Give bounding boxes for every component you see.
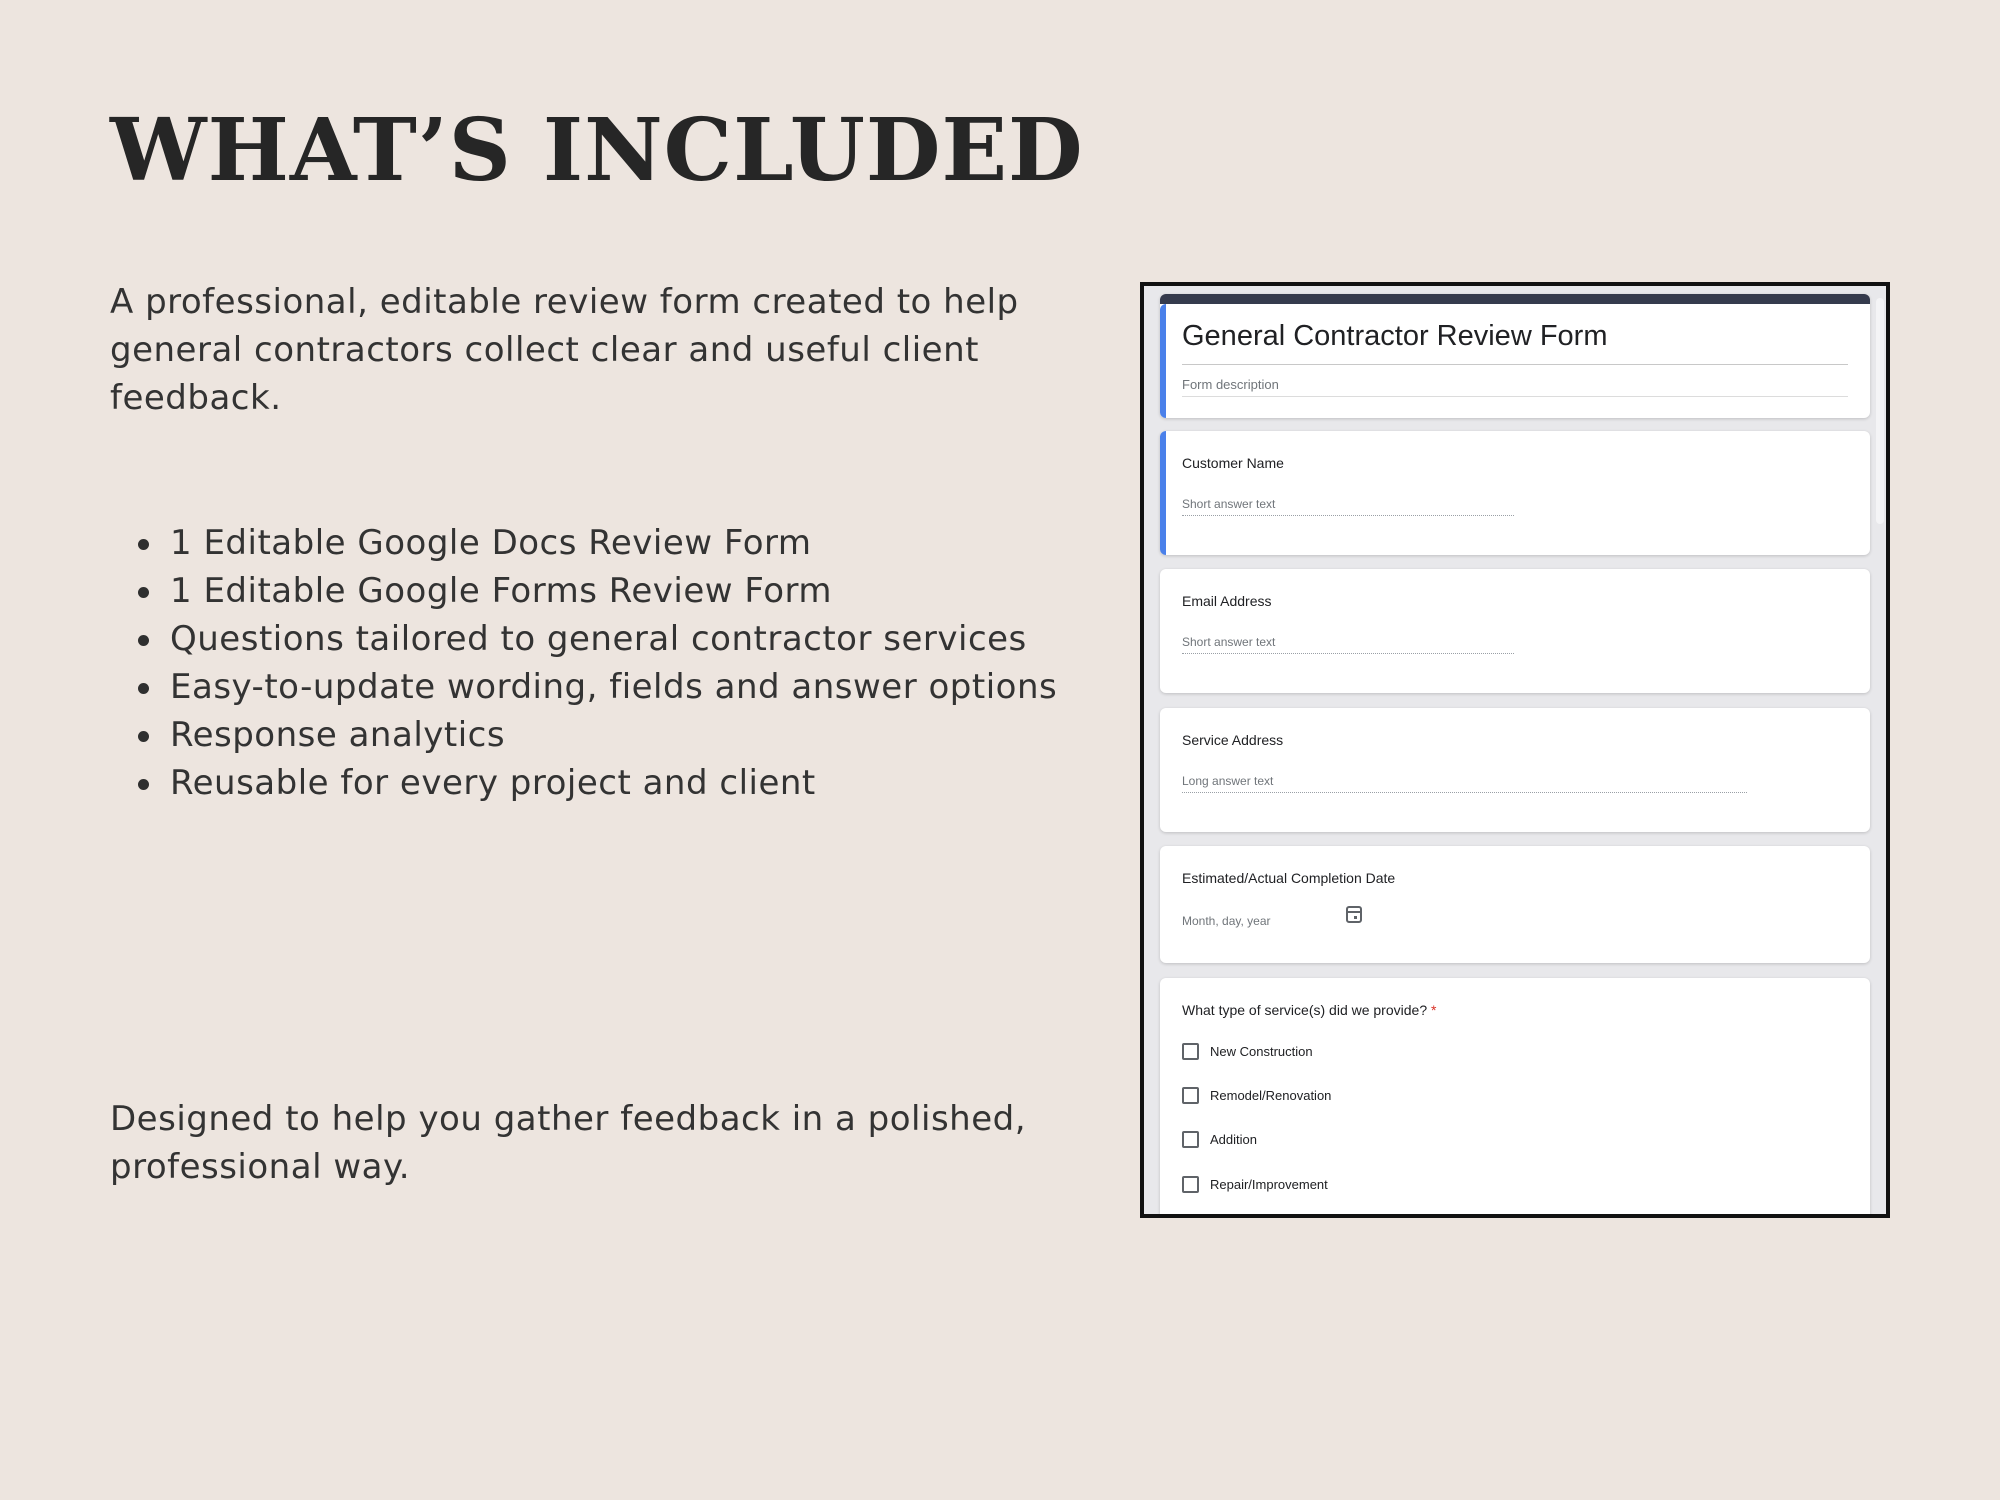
intro-paragraph: A professional, editable review form cre… (110, 282, 1019, 418)
checkbox-icon[interactable] (1182, 1130, 1199, 1148)
form-header-card: General Contractor Review Form Form desc… (1160, 294, 1870, 418)
list-item: 1 Editable Google Docs Review Form (132, 519, 1057, 567)
checkbox-option[interactable]: New Construction (1182, 1041, 1313, 1061)
question-label: Estimated/Actual Completion Date (1182, 870, 1396, 886)
question-label: Customer Name (1182, 455, 1284, 471)
list-item: Response analytics (132, 711, 1057, 759)
description-underline (1182, 396, 1848, 397)
bullet-icon (138, 779, 149, 790)
question-card-email-address[interactable]: Email Address Short answer text (1160, 569, 1870, 693)
page-title: WHAT’S INCLUDED (110, 100, 1084, 201)
calendar-icon[interactable] (1346, 906, 1362, 923)
list-item: Questions tailored to general contractor… (132, 615, 1057, 663)
form-description-field[interactable]: Form description (1182, 377, 1279, 392)
answer-underline (1182, 653, 1514, 654)
question-card-service-address[interactable]: Service Address Long answer text (1160, 708, 1870, 832)
title-underline (1182, 364, 1848, 365)
answer-hint: Short answer text (1182, 497, 1276, 511)
checkbox-option[interactable]: Remodel/Renovation (1182, 1085, 1331, 1105)
question-card-customer-name[interactable]: Customer Name Short answer text (1160, 431, 1870, 555)
scrollbar[interactable] (1876, 298, 1884, 524)
checkbox-icon[interactable] (1182, 1042, 1199, 1060)
checkbox-option[interactable]: Addition (1182, 1129, 1257, 1149)
question-label: What type of service(s) did we provide? … (1182, 1002, 1437, 1018)
answer-hint: Long answer text (1182, 774, 1274, 788)
question-label: Service Address (1182, 732, 1284, 748)
question-card-completion-date[interactable]: Estimated/Actual Completion Date Month, … (1160, 846, 1870, 963)
form-title[interactable]: General Contractor Review Form (1182, 320, 1607, 353)
bullet-icon (138, 635, 149, 646)
checkbox-option[interactable]: Repair/Improvement (1182, 1174, 1328, 1194)
list-item: 1 Editable Google Forms Review Form (132, 567, 1057, 615)
bullet-icon (138, 731, 149, 742)
answer-hint: Short answer text (1182, 635, 1276, 649)
list-item: Reusable for every project and client (132, 759, 1057, 807)
outro-paragraph: Designed to help you gather feedback in … (110, 1099, 1027, 1187)
form-screenshot: General Contractor Review Form Form desc… (1140, 282, 1890, 1218)
bullet-icon (138, 587, 149, 598)
included-list: 1 Editable Google Docs Review Form 1 Edi… (132, 519, 1057, 807)
date-hint: Month, day, year (1182, 914, 1271, 928)
question-label: Email Address (1182, 593, 1272, 609)
bullet-icon (138, 683, 149, 694)
answer-underline (1182, 792, 1747, 793)
checkbox-icon[interactable] (1182, 1086, 1199, 1104)
question-card-service-type[interactable]: What type of service(s) did we provide? … (1160, 978, 1870, 1214)
checkbox-icon[interactable] (1182, 1175, 1199, 1193)
list-item: Easy-to-update wording, fields and answe… (132, 663, 1057, 711)
required-mark: * (1431, 1002, 1437, 1018)
answer-underline (1182, 515, 1514, 516)
bullet-icon (138, 539, 149, 550)
